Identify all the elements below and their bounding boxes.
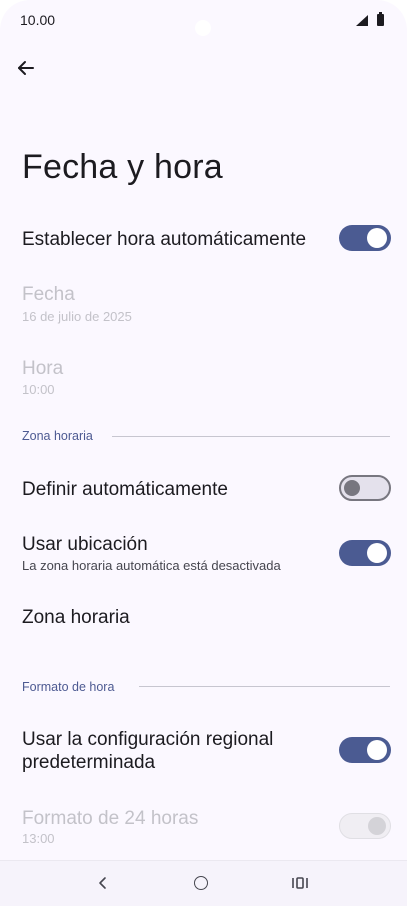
signal-icon — [356, 15, 368, 26]
use-location-toggle[interactable] — [339, 540, 391, 566]
regional-default-row[interactable]: Usar la configuración regional predeterm… — [0, 726, 407, 776]
regional-default-label-line1: Usar la configuración regional — [22, 729, 274, 750]
auto-time-toggle[interactable] — [339, 225, 391, 251]
auto-zone-toggle[interactable] — [339, 475, 391, 501]
time-row: Hora 10:00 — [0, 354, 407, 404]
regional-default-label-line2: predeterminada — [22, 752, 156, 773]
use-location-row[interactable]: Usar ubicación La zona horaria automátic… — [0, 530, 407, 578]
use-location-label: Usar ubicación — [22, 534, 148, 555]
navigation-bar — [0, 860, 407, 906]
recents-icon[interactable] — [291, 873, 309, 893]
settings-screen: 10.00 Fecha y hora Establecer hora autom… — [0, 0, 407, 906]
camera-cutout — [195, 20, 211, 36]
auto-zone-label: Definir automáticamente — [22, 479, 228, 500]
toggle-thumb — [344, 480, 360, 496]
arrow-left-icon — [18, 61, 34, 75]
auto-zone-row[interactable]: Definir automáticamente — [0, 470, 407, 510]
toggle-thumb — [367, 228, 387, 248]
format-24h-toggle — [339, 813, 391, 839]
date-label: Fecha — [22, 284, 75, 305]
section-divider — [112, 436, 390, 437]
chevron-left-icon[interactable] — [94, 873, 112, 893]
regional-default-toggle[interactable] — [339, 737, 391, 763]
page-title: Fecha y hora — [22, 148, 223, 186]
date-value: 16 de julio de 2025 — [22, 309, 132, 324]
toggle-thumb — [367, 543, 387, 563]
toggle-thumb — [368, 817, 386, 835]
section-header-time-zone: Zona horaria — [22, 429, 93, 443]
format-24h-label: Formato de 24 horas — [22, 808, 199, 829]
battery-icon — [377, 12, 384, 26]
auto-time-row[interactable]: Establecer hora automáticamente — [0, 220, 407, 260]
time-value: 10:00 — [22, 382, 55, 397]
date-row: Fecha 16 de julio de 2025 — [0, 280, 407, 330]
time-label: Hora — [22, 358, 64, 379]
back-button[interactable] — [12, 54, 40, 82]
auto-time-label: Establecer hora automáticamente — [22, 229, 307, 250]
use-location-subtitle: La zona horaria automática está desactiv… — [22, 558, 281, 573]
home-circle-icon[interactable] — [194, 876, 208, 890]
section-divider — [139, 686, 390, 687]
status-bar: 10.00 — [0, 0, 407, 40]
toggle-thumb — [367, 740, 387, 760]
format-24h-row: Formato de 24 horas 13:00 — [0, 805, 407, 855]
section-header-time-format: Formato de hora — [22, 680, 115, 694]
format-24h-value: 13:00 — [22, 831, 55, 846]
time-zone-label: Zona horaria — [22, 607, 130, 628]
time-zone-row[interactable]: Zona horaria — [0, 600, 407, 636]
status-time: 10.00 — [20, 12, 56, 28]
